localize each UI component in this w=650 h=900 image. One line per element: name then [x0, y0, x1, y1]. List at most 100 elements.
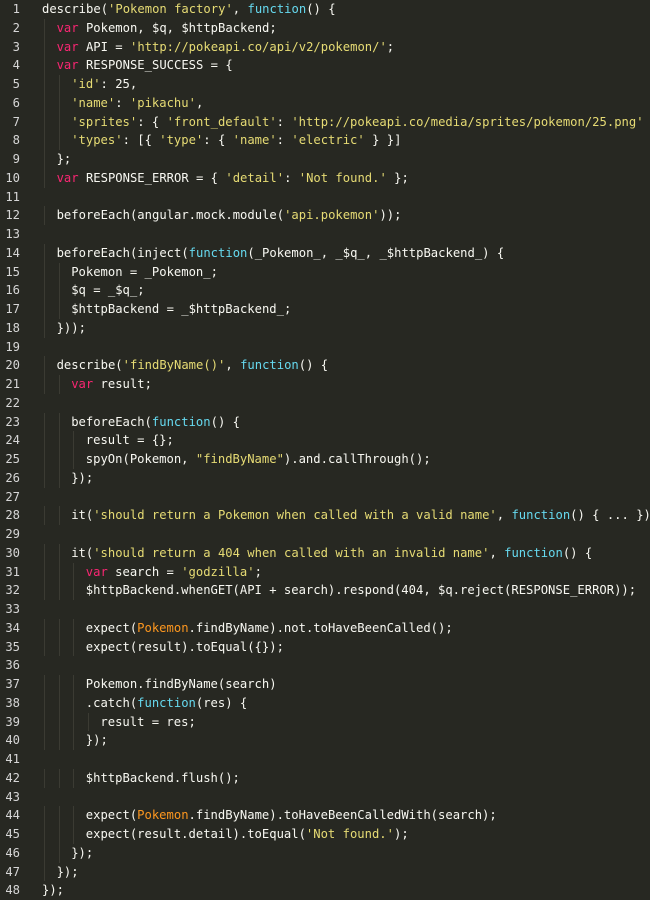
indent-guide: [58, 506, 60, 525]
line-number: 28: [5, 508, 20, 523]
indent-guide: [58, 468, 60, 488]
code-line[interactable]: 5 'id': 25,: [0, 75, 650, 94]
code-line[interactable]: 28 it('should return a Pokemon when calle…: [0, 506, 650, 525]
code-line[interactable]: 32 $httpBackend.whenGET(API + search).res…: [0, 581, 650, 600]
code-line[interactable]: 1 describe('Pokemon factory', function() …: [0, 0, 650, 19]
code-token: });: [71, 470, 94, 485]
line-number: 19: [5, 339, 20, 354]
line-number: 30: [5, 545, 20, 560]
code-line[interactable]: 48});: [0, 881, 650, 900]
code-token: ,: [232, 2, 248, 16]
code-line[interactable]: 23 beforeEach(function() {: [0, 412, 650, 432]
code-line[interactable]: 44 expect(Pokemon.findByName).toHaveBeenC…: [0, 806, 650, 825]
code-token: function: [511, 508, 571, 523]
code-line[interactable]: 20 describe('findByName()', function() {: [0, 356, 650, 375]
code-token: function: [247, 2, 307, 16]
code-line[interactable]: 22: [0, 394, 650, 413]
line-number: 44: [5, 808, 20, 823]
indent-guide: [58, 93, 60, 113]
code-line[interactable]: 35 expect(result).toEqual({});: [0, 637, 650, 657]
code-token: var: [56, 170, 79, 185]
code-line[interactable]: 4 var RESPONSE_SUCCESS = {: [0, 56, 650, 75]
code-token: });: [71, 845, 94, 860]
indent-guide: [58, 112, 60, 132]
code-token: 'electric': [291, 133, 365, 148]
code-line[interactable]: 39 result = res;: [0, 712, 650, 732]
code-line[interactable]: 17 $httpBackend = _$httpBackend_;: [0, 300, 650, 319]
indent-guide: [44, 150, 45, 169]
code-text: 'types': [{ 'type': { 'name': 'electric'…: [71, 131, 401, 150]
code-line[interactable]: 47});: [0, 862, 650, 882]
code-line[interactable]: 3 var API = 'http://pokeapi.co/api/v2/pok…: [0, 37, 650, 57]
code-line[interactable]: 26});: [0, 468, 650, 488]
code-line[interactable]: 21 var result;: [0, 375, 650, 394]
code-editor[interactable]: 1 describe('Pokemon factory', function() …: [0, 0, 650, 900]
code-line[interactable]: 25 spyOn(Pokemon, "findByName").and.callT…: [0, 450, 650, 469]
code-line[interactable]: 24 result = {};: [0, 431, 650, 450]
code-line[interactable]: 10 var RESPONSE_ERROR = { 'detail': 'Not …: [0, 168, 650, 188]
code-line[interactable]: 34 expect(Pokemon.findByName).not.toHaveB…: [0, 618, 650, 638]
indent-guide: [44, 806, 45, 825]
indent-guide: [58, 431, 60, 450]
code-line[interactable]: 31 var search = 'godzilla';: [0, 562, 650, 582]
code-token: 'id': [71, 77, 101, 91]
code-line[interactable]: 12 beforeEach(angular.mock.module('api.po…: [0, 206, 650, 225]
code-token: () { ... });: [570, 508, 650, 523]
code-text: describe('Pokemon factory', function() {: [42, 0, 336, 19]
code-line[interactable]: 19: [0, 338, 650, 357]
code-token: .catch(: [85, 695, 138, 710]
code-token: ));: [379, 208, 402, 223]
code-line[interactable]: 33: [0, 600, 650, 619]
code-token: .findByName).toHaveBeenCalledWith(search…: [188, 808, 497, 823]
code-line[interactable]: 6 'name': 'pikachu',: [0, 93, 650, 113]
code-line[interactable]: 18}));: [0, 318, 650, 338]
code-token: function: [240, 358, 299, 373]
code-line[interactable]: 9};: [0, 150, 650, 169]
line-number: 42: [5, 770, 20, 785]
code-text: beforeEach(inject(function(_Pokemon_, _$…: [57, 244, 505, 263]
indent-guide: [44, 375, 45, 394]
indent-guide: [44, 262, 45, 282]
code-token: () {: [298, 358, 329, 373]
code-line[interactable]: 27: [0, 488, 650, 507]
code-line[interactable]: 40});: [0, 731, 650, 750]
code-token: 'findByName()': [122, 358, 226, 373]
code-line[interactable]: 14 beforeEach(inject(function(_Pokemon_, …: [0, 243, 650, 263]
code-line[interactable]: 42 $httpBackend.flush();: [0, 768, 650, 788]
code-line[interactable]: 29: [0, 525, 650, 544]
code-line[interactable]: 11: [0, 188, 650, 207]
code-line[interactable]: 45 expect(result.detail).toEqual('Not fou…: [0, 825, 650, 844]
code-token: :: [276, 114, 292, 129]
code-token: : 25,: [100, 77, 138, 91]
line-number: 4: [12, 58, 20, 73]
indent-guide: [44, 581, 45, 600]
code-token: Pokemon: [137, 808, 189, 823]
indent-guide: [58, 281, 60, 300]
indent-guide: [44, 825, 45, 844]
code-line[interactable]: 8 'types': [{ 'type': { 'name': 'electric…: [0, 131, 650, 150]
code-token: beforeEach(angular.mock.module(: [56, 208, 285, 223]
indent-guide: [73, 431, 75, 450]
code-line[interactable]: 46});: [0, 843, 650, 863]
code-line[interactable]: 13: [0, 225, 650, 244]
code-text: $httpBackend.whenGET(API + search).respo…: [86, 581, 636, 600]
code-line[interactable]: 2 var Pokemon, $q, $httpBackend;: [0, 18, 650, 38]
code-text: 'id': 25,: [71, 75, 137, 94]
code-text: result = {};: [86, 431, 174, 450]
indent-guide: [44, 112, 45, 132]
code-line[interactable]: 43: [0, 788, 650, 807]
code-line[interactable]: 16 $q = _$q_;: [0, 281, 650, 300]
code-line[interactable]: 36: [0, 656, 650, 675]
code-line[interactable]: 41: [0, 750, 650, 769]
code-line[interactable]: 7 'sprites': { 'front_default': 'http://p…: [0, 112, 650, 132]
code-line[interactable]: 38 .catch(function(res) {: [0, 693, 650, 713]
code-line[interactable]: 15 Pokemon = _Pokemon_;: [0, 262, 650, 282]
code-line[interactable]: 37 Pokemon.findByName(search): [0, 675, 650, 694]
code-token: ;: [254, 564, 262, 579]
line-number: 17: [5, 302, 20, 316]
line-number: 31: [5, 564, 20, 579]
code-text: $q = _$q_;: [71, 281, 144, 300]
indent-guide: [58, 825, 60, 844]
code-line[interactable]: 30 it('should return a 404 when called wi…: [0, 543, 650, 563]
code-token: function: [188, 245, 248, 260]
